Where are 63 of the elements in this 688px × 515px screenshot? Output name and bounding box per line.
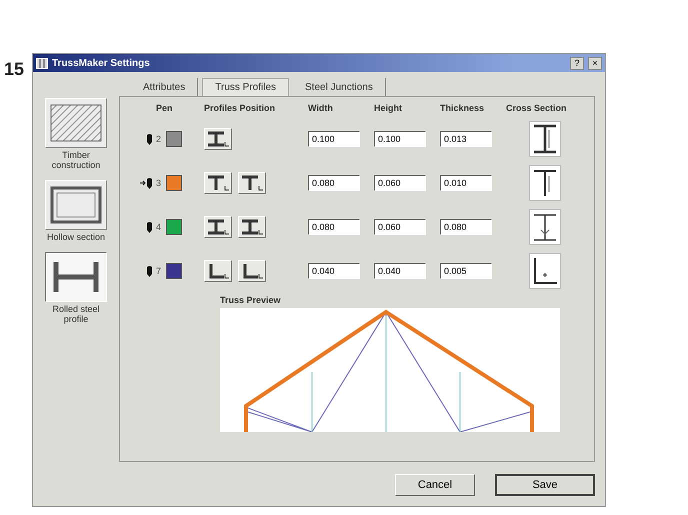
- column-header: Pen: [156, 103, 174, 113]
- pen-number: 7: [156, 266, 162, 276]
- t-beam-icon: [206, 174, 230, 192]
- construction-type-label: Timber construction: [50, 150, 102, 170]
- pen-number: 3: [156, 178, 162, 188]
- profile-position-button[interactable]: [204, 260, 232, 282]
- pen-color-swatch[interactable]: [166, 175, 182, 191]
- profile-position-button[interactable]: [238, 216, 266, 238]
- column-header: Cross Section: [506, 103, 568, 113]
- pen-number: 2: [156, 134, 162, 144]
- construction-type-label: Rolled steel profile: [51, 304, 101, 324]
- height-field[interactable]: 0.100: [374, 131, 426, 147]
- i-beam-section-icon: [529, 209, 561, 245]
- column-header: Height: [374, 103, 403, 113]
- width-field[interactable]: 0.100: [308, 131, 360, 147]
- tab[interactable]: Truss Profiles: [202, 78, 290, 96]
- dialog-button[interactable]: Cancel: [395, 474, 475, 496]
- height-field[interactable]: 0.060: [374, 219, 426, 235]
- i-beam-icon: [206, 130, 230, 148]
- pen-color-swatch[interactable]: [166, 263, 182, 279]
- width-field[interactable]: 0.040: [308, 263, 360, 279]
- construction-type-button[interactable]: [45, 252, 107, 302]
- column-header: Thickness: [440, 103, 486, 113]
- height-field[interactable]: 0.060: [374, 175, 426, 191]
- pencil-icon: [147, 222, 152, 232]
- tab[interactable]: Attributes: [131, 78, 198, 96]
- grid-icon: [36, 58, 48, 68]
- page-number: 15: [4, 58, 26, 81]
- pencil-icon: [147, 266, 152, 276]
- preview-title: Truss Preview: [220, 295, 282, 305]
- thickness-field[interactable]: 0.080: [440, 219, 492, 235]
- hollow-rectangle-icon: [50, 186, 102, 224]
- width-field[interactable]: 0.080: [308, 175, 360, 191]
- height-field[interactable]: 0.040: [374, 263, 426, 279]
- profile-position-button[interactable]: [238, 172, 266, 194]
- dialog-button[interactable]: Save: [495, 474, 595, 496]
- pen-number: 4: [156, 222, 162, 232]
- tab[interactable]: Steel Junctions: [293, 78, 386, 96]
- thickness-field[interactable]: 0.005: [440, 263, 492, 279]
- profile-position-button[interactable]: [204, 128, 232, 150]
- hatched-rectangle-icon: [50, 104, 102, 142]
- pencil-icon: [147, 178, 152, 188]
- profile-position-button[interactable]: [238, 260, 266, 282]
- pen-color-swatch[interactable]: [166, 131, 182, 147]
- help-button[interactable]: ?: [570, 56, 584, 70]
- profile-position-button[interactable]: [204, 172, 232, 194]
- construction-type-label: Hollow section: [46, 232, 106, 242]
- angle-section-icon: [529, 253, 561, 289]
- window-title: TrussMaker Settings: [52, 58, 150, 68]
- thickness-field[interactable]: 0.013: [440, 131, 492, 147]
- column-header: Width: [308, 103, 334, 113]
- i-beam-icon: [206, 218, 230, 236]
- width-field[interactable]: 0.080: [308, 219, 360, 235]
- thickness-field[interactable]: 0.010: [440, 175, 492, 191]
- t-beam-icon: [240, 174, 264, 192]
- i-beam-section-icon: [529, 121, 561, 157]
- pen-color-swatch[interactable]: [166, 219, 182, 235]
- i-beam-icon: [240, 218, 264, 236]
- column-header: Profiles Position: [204, 103, 276, 113]
- pencil-icon: [147, 134, 152, 144]
- profile-position-button[interactable]: [204, 216, 232, 238]
- t-beam-section-icon: [529, 165, 561, 201]
- close-button[interactable]: ×: [588, 56, 602, 70]
